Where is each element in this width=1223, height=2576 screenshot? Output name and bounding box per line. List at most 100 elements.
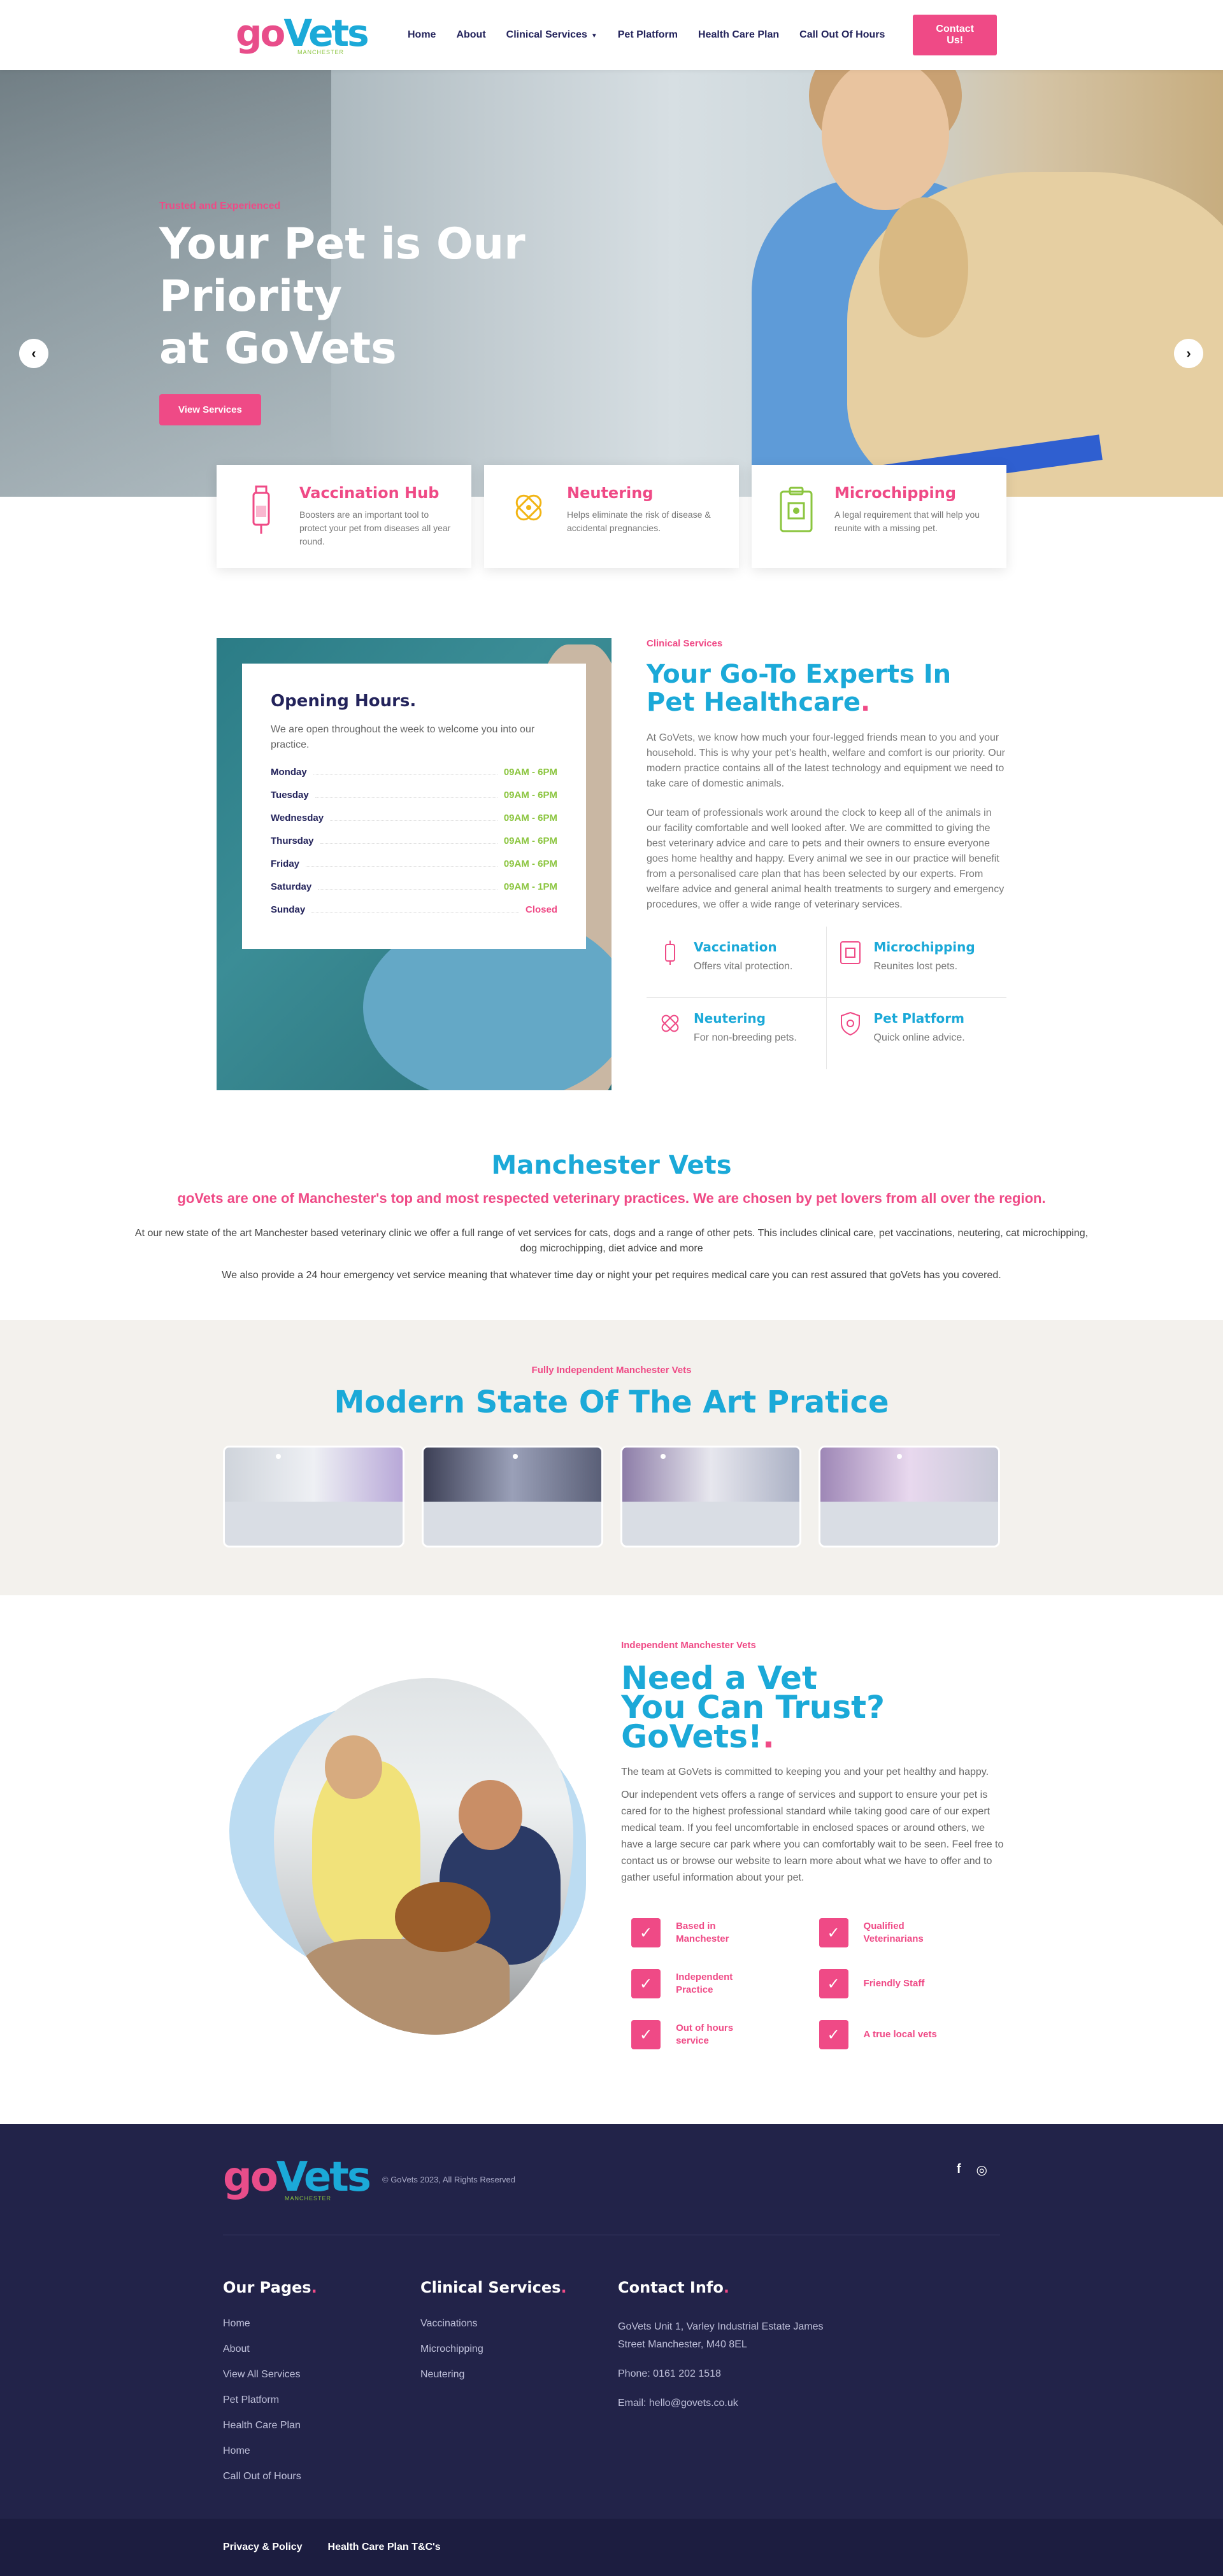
hours-row: Saturday 09AM - 1PM	[271, 881, 557, 892]
vaccine-icon	[665, 941, 675, 965]
about-paragraph: Our team of professionals work around th…	[647, 808, 1005, 910]
manchester-title: Manchester Vets	[491, 1151, 732, 1180]
social-links: f ◎	[957, 2162, 987, 2178]
manchester-paragraph: We also provide a 24 hour emergency vet …	[222, 1270, 1001, 1281]
hours-row: Monday 09AM - 6PM	[271, 767, 557, 778]
nav-clinical-services[interactable]: Clinical Services ▼	[506, 29, 597, 41]
feature-title: Vaccination	[694, 939, 777, 955]
nav-call-out-of-hours[interactable]: Call Out Of Hours	[799, 29, 885, 41]
contact-email[interactable]: Email: hello@govets.co.uk	[618, 2395, 834, 2412]
slider-next-icon[interactable]: ›	[1174, 339, 1203, 368]
health-care-plan-terms-link[interactable]: Health Care Plan T&C's	[328, 2542, 441, 2553]
card-neutering[interactable]: Neutering Helps eliminate the risk of di…	[484, 465, 739, 568]
feature-title: Pet Platform	[873, 1011, 964, 1026]
checklist-item: ✓ Based in Manchester	[631, 1918, 819, 1947]
feature-title: Microchipping	[873, 939, 975, 955]
contact-phone[interactable]: Phone: 0161 202 1518	[618, 2365, 834, 2383]
gallery-kicker: Fully Independent Manchester Vets	[531, 1365, 692, 1376]
footer-link-about[interactable]: About	[223, 2344, 420, 2355]
site-footer: goVets MANCHESTER © GoVets 2023, All Rig…	[0, 2124, 1223, 2576]
site-header: goVets MANCHESTER Home About Clinical Se…	[0, 0, 1223, 70]
hours-row: Wednesday 09AM - 6PM	[271, 813, 557, 823]
check-icon: ✓	[631, 1969, 661, 1998]
view-services-button[interactable]: View Services	[159, 394, 261, 425]
trust-kicker: Independent Manchester Vets	[621, 1640, 756, 1651]
card-text: Boosters are an important tool to protec…	[299, 509, 451, 546]
footer-heading: Contact Info.	[618, 2279, 729, 2296]
footer-link-neutering[interactable]: Neutering	[420, 2369, 618, 2380]
footer-heading: Clinical Services.	[420, 2279, 567, 2296]
nav-pet-platform[interactable]: Pet Platform	[618, 29, 678, 41]
copyright-text: © GoVets 2023, All Rights Reserved	[382, 2174, 516, 2184]
about-image: Opening Hours. We are open throughout th…	[217, 638, 612, 1090]
footer-pages-column: Our Pages. Home About View All Services …	[223, 2279, 420, 2496]
check-icon: ✓	[819, 2020, 848, 2049]
hours-title: Opening Hours.	[271, 692, 417, 711]
manchester-vets-section: Manchester Vets goVets are one of Manche…	[0, 1151, 1223, 1320]
nav-about[interactable]: About	[456, 29, 485, 41]
logo-vets: Vets	[283, 11, 369, 55]
about-kicker: Clinical Services	[647, 638, 723, 649]
footer-services-column: Clinical Services. Vaccinations Microchi…	[420, 2279, 618, 2496]
feature-desc: Quick online advice.	[873, 1032, 965, 1043]
card-text: A legal requirement that will help you r…	[834, 509, 980, 533]
paw-bandage-icon	[515, 494, 542, 521]
facebook-icon[interactable]: f	[957, 2162, 961, 2178]
card-vaccination-hub[interactable]: Vaccination Hub Boosters are an importan…	[217, 465, 471, 568]
footer-link-vaccinations[interactable]: Vaccinations	[420, 2318, 618, 2330]
footer-link-pet-platform[interactable]: Pet Platform	[223, 2395, 420, 2406]
manchester-subtitle: goVets are one of Manchester's top and m…	[177, 1190, 1046, 1206]
logo[interactable]: goVets MANCHESTER	[236, 15, 369, 55]
footer-link-home[interactable]: Home	[223, 2318, 420, 2330]
contact-address: GoVets Unit 1, Varley Industrial Estate …	[618, 2321, 824, 2350]
gallery-image[interactable]	[620, 1446, 802, 1548]
manchester-paragraph: At our new state of the art Manchester b…	[134, 1228, 1089, 1254]
main-nav: Home About Clinical Services ▼ Pet Platfo…	[408, 29, 885, 41]
chevron-down-icon: ▼	[590, 32, 597, 39]
logo-subtitle: MANCHESTER	[297, 49, 344, 55]
check-icon: ✓	[631, 1918, 661, 1947]
footer-link-home-2[interactable]: Home	[223, 2445, 420, 2457]
check-icon: ✓	[631, 2020, 661, 2049]
footer-link-call-out-of-hours[interactable]: Call Out of Hours	[223, 2471, 420, 2482]
slider-prev-icon[interactable]: ‹	[19, 339, 48, 368]
checklist-item: ✓ Out of hours service	[631, 2020, 819, 2049]
benefit-checklist: ✓ Based in Manchester ✓ Qualified Veterina…	[621, 1918, 1006, 2049]
checklist-item: ✓ A true local vets	[819, 2020, 1006, 2049]
shield-icon	[840, 1011, 860, 1036]
hours-row: Sunday Closed	[271, 904, 557, 915]
footer-heading: Our Pages.	[223, 2279, 317, 2296]
hours-row: Friday 09AM - 6PM	[271, 858, 557, 869]
gallery-image[interactable]	[819, 1446, 1000, 1548]
instagram-icon[interactable]: ◎	[976, 2162, 987, 2178]
trust-paragraph: The team at GoVets is committed to keepi…	[621, 1767, 989, 1777]
trust-title: Need a Vet You Can Trust? GoVets!.	[621, 1660, 885, 1755]
footer-link-view-all-services[interactable]: View All Services	[223, 2369, 420, 2380]
service-cards: Vaccination Hub Boosters are an importan…	[217, 465, 1006, 568]
card-microchipping[interactable]: Microchipping A legal requirement that w…	[752, 465, 1006, 568]
syringe-icon	[252, 485, 270, 534]
feature-desc: Reunites lost pets.	[873, 961, 958, 972]
hero-kicker: Trusted and Experienced	[159, 201, 281, 211]
footer-logo[interactable]: goVets MANCHESTER	[223, 2157, 371, 2202]
feature-title: Neutering	[694, 1011, 766, 1026]
feature-grid: Vaccination Offers vital protection. Micr…	[647, 927, 1006, 1069]
trust-section: Independent Manchester Vets Need a Vet Yo…	[217, 1640, 1006, 2124]
card-title: Neutering	[567, 484, 654, 502]
gallery-title: Modern State Of The Art Pratice	[334, 1384, 889, 1420]
nav-health-care-plan[interactable]: Health Care Plan	[698, 29, 779, 41]
footer-link-health-care-plan[interactable]: Health Care Plan	[223, 2420, 420, 2431]
feature-pet-platform: Pet Platform Quick online advice.	[827, 998, 1007, 1069]
checklist-item: ✓ Qualified Veterinarians	[819, 1918, 1006, 1947]
gallery-image[interactable]	[421, 1446, 603, 1548]
hours-intro: We are open throughout the week to welco…	[271, 724, 535, 750]
feature-desc: For non-breeding pets.	[694, 1032, 797, 1043]
footer-link-microchipping[interactable]: Microchipping	[420, 2344, 618, 2355]
nav-home[interactable]: Home	[408, 29, 436, 41]
about-paragraph: At GoVets, we know how much your four-le…	[647, 732, 1005, 789]
gallery-image[interactable]	[223, 1446, 404, 1548]
privacy-policy-link[interactable]: Privacy & Policy	[223, 2542, 303, 2553]
contact-us-button[interactable]: Contact Us!	[913, 15, 997, 55]
vet-with-dog-image	[217, 1678, 589, 2073]
nav-clinical-services-label: Clinical Services	[506, 29, 587, 40]
